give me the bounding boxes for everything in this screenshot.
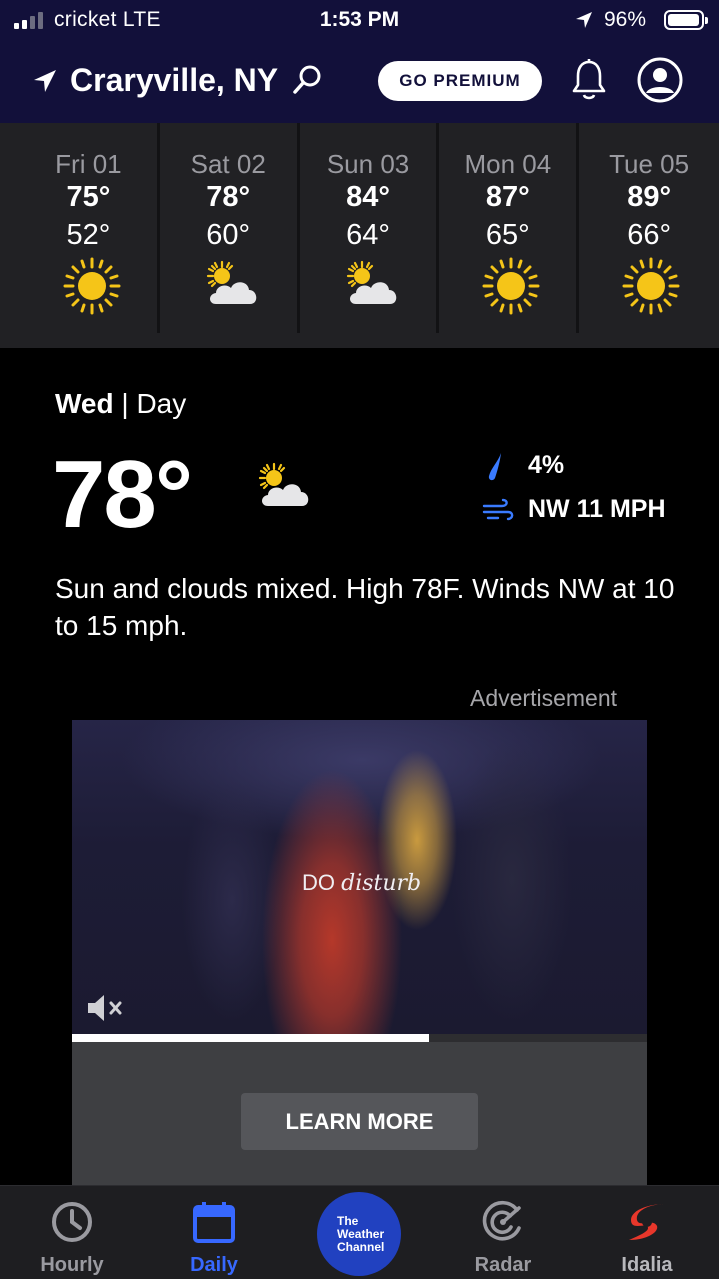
bottom-nav: Hourly Daily The Weather Channel Radar Ida… <box>0 1185 719 1279</box>
partly-cloudy-icon <box>202 256 262 316</box>
detail-day: Wed <box>55 388 114 419</box>
sun-icon <box>621 256 681 316</box>
day-low-temp: 66° <box>627 219 672 251</box>
ad-caption-italic: disturb <box>341 871 422 896</box>
day-card[interactable]: Sat 02 78° 60° <box>160 123 300 333</box>
day-name: Tue 05 <box>609 149 690 179</box>
nav-hurricane-idalia[interactable]: Idalia <box>577 1186 717 1279</box>
day-low-temp: 60° <box>206 219 251 251</box>
radar-icon <box>482 1200 521 1241</box>
ad-caption: DO disturb <box>302 870 421 896</box>
day-card[interactable]: Sun 03 84° 64° <box>300 123 440 333</box>
calendar-icon <box>193 1202 235 1243</box>
detail-title: Wed | Day <box>55 388 186 420</box>
day-name: Mon 04 <box>464 149 552 179</box>
logo-text-line-1: The <box>337 1213 359 1228</box>
battery-percent: 96% <box>604 8 647 31</box>
sun-icon <box>481 256 541 316</box>
detail-period: | Day <box>121 388 187 419</box>
day-low-temp: 65° <box>485 219 530 251</box>
mute-icon[interactable] <box>86 992 126 1024</box>
precipitation-icon <box>488 453 501 481</box>
nav-radar-label: Radar <box>474 1254 532 1276</box>
location-services-icon <box>576 12 592 28</box>
video-progress-bar[interactable] <box>72 1034 647 1042</box>
day-low-temp: 64° <box>346 219 390 251</box>
day-name: Sat 02 <box>190 149 266 179</box>
logo-text-line-3: Channel <box>337 1239 385 1254</box>
go-premium-button[interactable]: GO PREMIUM <box>378 61 542 101</box>
daily-forecast-strip[interactable]: Fri 01 75° 52° Sat 02 78° 60° Sun 03 84°… <box>0 123 719 348</box>
day-high-temp: 87° <box>485 181 530 213</box>
battery-icon <box>664 10 708 30</box>
advertisement[interactable]: DO disturb LEARN MORE <box>72 720 647 1185</box>
logo-text-line-2: Weather <box>337 1226 385 1241</box>
forecast-narrative: Sun and clouds mixed. High 78F. Winds NW… <box>55 573 675 641</box>
day-low-temp: 52° <box>66 219 111 251</box>
advertisement-label: Advertisement <box>470 685 618 711</box>
status-bar: cricket LTE 1:53 PM 96% <box>0 0 719 40</box>
learn-more-button[interactable]: LEARN MORE <box>241 1093 478 1150</box>
day-high-temp: 84° <box>346 181 390 213</box>
day-high-temp: 78° <box>206 181 251 213</box>
nav-daily-label: Daily <box>190 1254 238 1276</box>
partly-cloudy-icon <box>342 256 402 316</box>
ad-video[interactable]: DO disturb <box>72 720 647 1036</box>
day-card[interactable]: Mon 04 87° 65° <box>439 123 580 333</box>
wind-speed: NW 11 MPH <box>528 495 666 523</box>
day-high-temp: 75° <box>66 181 111 213</box>
nav-hourly-label: Hourly <box>40 1254 104 1276</box>
day-high-temp: 89° <box>627 181 672 213</box>
weather-channel-logo[interactable]: The Weather Channel <box>317 1192 401 1276</box>
nav-alert-label: Idalia <box>621 1254 673 1276</box>
detail-temperature: 78° <box>52 441 193 548</box>
profile-icon[interactable] <box>636 56 684 104</box>
precipitation-chance: 4% <box>528 451 565 479</box>
nav-radar[interactable]: Radar <box>433 1186 573 1279</box>
day-name: Sun 03 <box>326 149 410 179</box>
nav-daily[interactable]: Daily <box>144 1186 284 1279</box>
hurricane-icon <box>629 1204 665 1240</box>
logo-text: The Weather Channel <box>337 1213 391 1254</box>
sun-icon <box>62 256 122 316</box>
location-arrow-icon <box>34 70 56 92</box>
nav-hourly[interactable]: Hourly <box>2 1186 142 1279</box>
partly-cloudy-icon <box>245 458 323 518</box>
day-card[interactable]: Fri 01 75° 52° <box>20 123 160 333</box>
clock-icon <box>52 1202 92 1242</box>
day-card[interactable]: Tue 05 89° 66° <box>579 123 719 333</box>
app-header: Craryville, NY GO PREMIUM <box>0 40 719 123</box>
wind-icon <box>482 498 514 521</box>
bell-icon[interactable] <box>570 58 608 102</box>
ad-caption-bold: DO <box>302 870 335 895</box>
location-name[interactable]: Craryville, NY <box>70 62 278 99</box>
video-progress-fill <box>72 1034 429 1042</box>
search-icon[interactable] <box>292 64 322 96</box>
day-name: Fri 01 <box>55 149 122 179</box>
